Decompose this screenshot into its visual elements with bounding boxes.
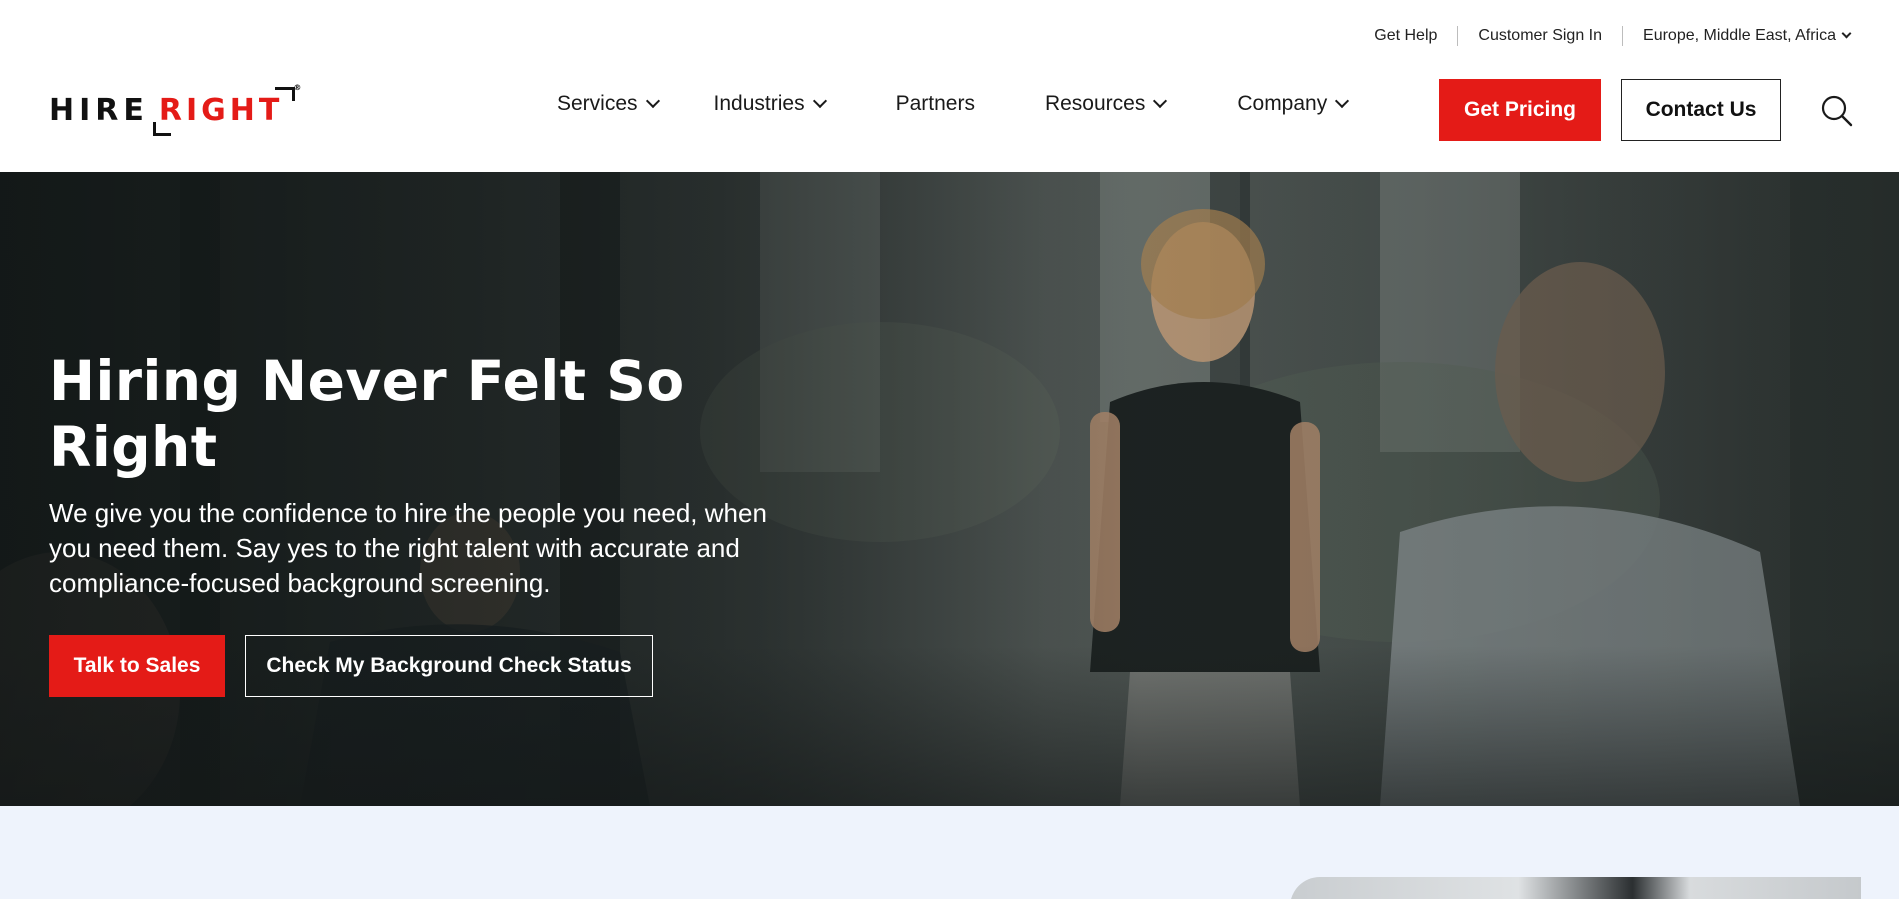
- hero-title: Hiring Never Felt So Right: [49, 349, 685, 479]
- nav-label: Resources: [1044, 92, 1146, 115]
- region-label: Europe, Middle East, Africa: [1643, 27, 1836, 44]
- utility-bar: Get Help Customer Sign In Europe, Middle…: [1374, 26, 1852, 46]
- chevron-down-icon: [645, 93, 660, 109]
- chevron-down-icon: [1153, 93, 1168, 109]
- chevron-down-icon: [1841, 28, 1852, 39]
- logo-hire: HIRE: [49, 92, 149, 128]
- nav-item-resources[interactable]: Resources: [1044, 92, 1168, 116]
- site-header: Get Help Customer Sign In Europe, Middle…: [0, 0, 1899, 172]
- check-status-button[interactable]: Check My Background Check Status: [245, 635, 653, 697]
- contact-us-button[interactable]: Contact Us: [1621, 79, 1781, 141]
- hero-content: Hiring Never Felt So Right We give you t…: [49, 348, 809, 697]
- talk-to-sales-button[interactable]: Talk to Sales: [49, 635, 225, 697]
- get-help-link[interactable]: Get Help: [1374, 27, 1437, 45]
- logo-registered-mark: ®: [293, 82, 306, 92]
- search-icon: [1821, 95, 1853, 127]
- nav-item-services[interactable]: Services: [557, 92, 660, 116]
- next-section: [0, 806, 1899, 899]
- customer-sign-in-link[interactable]: Customer Sign In: [1478, 27, 1602, 45]
- get-pricing-button[interactable]: Get Pricing: [1439, 79, 1601, 141]
- hero-subtitle: We give you the confidence to hire the p…: [49, 498, 767, 598]
- nav-label: Company: [1237, 92, 1328, 115]
- chevron-down-icon: [1335, 93, 1350, 109]
- chevron-down-icon: [812, 93, 827, 109]
- hero-cta-group: Talk to Sales Check My Background Check …: [49, 635, 809, 697]
- nav-label: Partners: [895, 92, 975, 115]
- main-nav: Services Industries Partners Resources C…: [557, 92, 1350, 116]
- logo-bracket-icon: [275, 86, 296, 101]
- section-image: [1290, 877, 1861, 899]
- search-button[interactable]: [1820, 94, 1854, 128]
- logo-right-text: RIGHT: [158, 92, 284, 128]
- utility-divider: [1457, 26, 1459, 46]
- nav-item-partners[interactable]: Partners: [896, 92, 975, 116]
- utility-divider: [1622, 26, 1624, 46]
- logo-bracket-icon: [152, 121, 171, 136]
- hero-section: Hiring Never Felt So Right We give you t…: [0, 172, 1899, 806]
- nav-label: Industries: [713, 92, 805, 115]
- nav-label: Services: [557, 92, 638, 115]
- region-selector[interactable]: Europe, Middle East, Africa: [1643, 27, 1852, 45]
- nav-item-company[interactable]: Company: [1237, 92, 1350, 116]
- hireright-logo[interactable]: HIRE RIGHT ®: [49, 83, 301, 136]
- nav-item-industries[interactable]: Industries: [713, 92, 827, 116]
- logo-right: RIGHT ®: [152, 83, 301, 136]
